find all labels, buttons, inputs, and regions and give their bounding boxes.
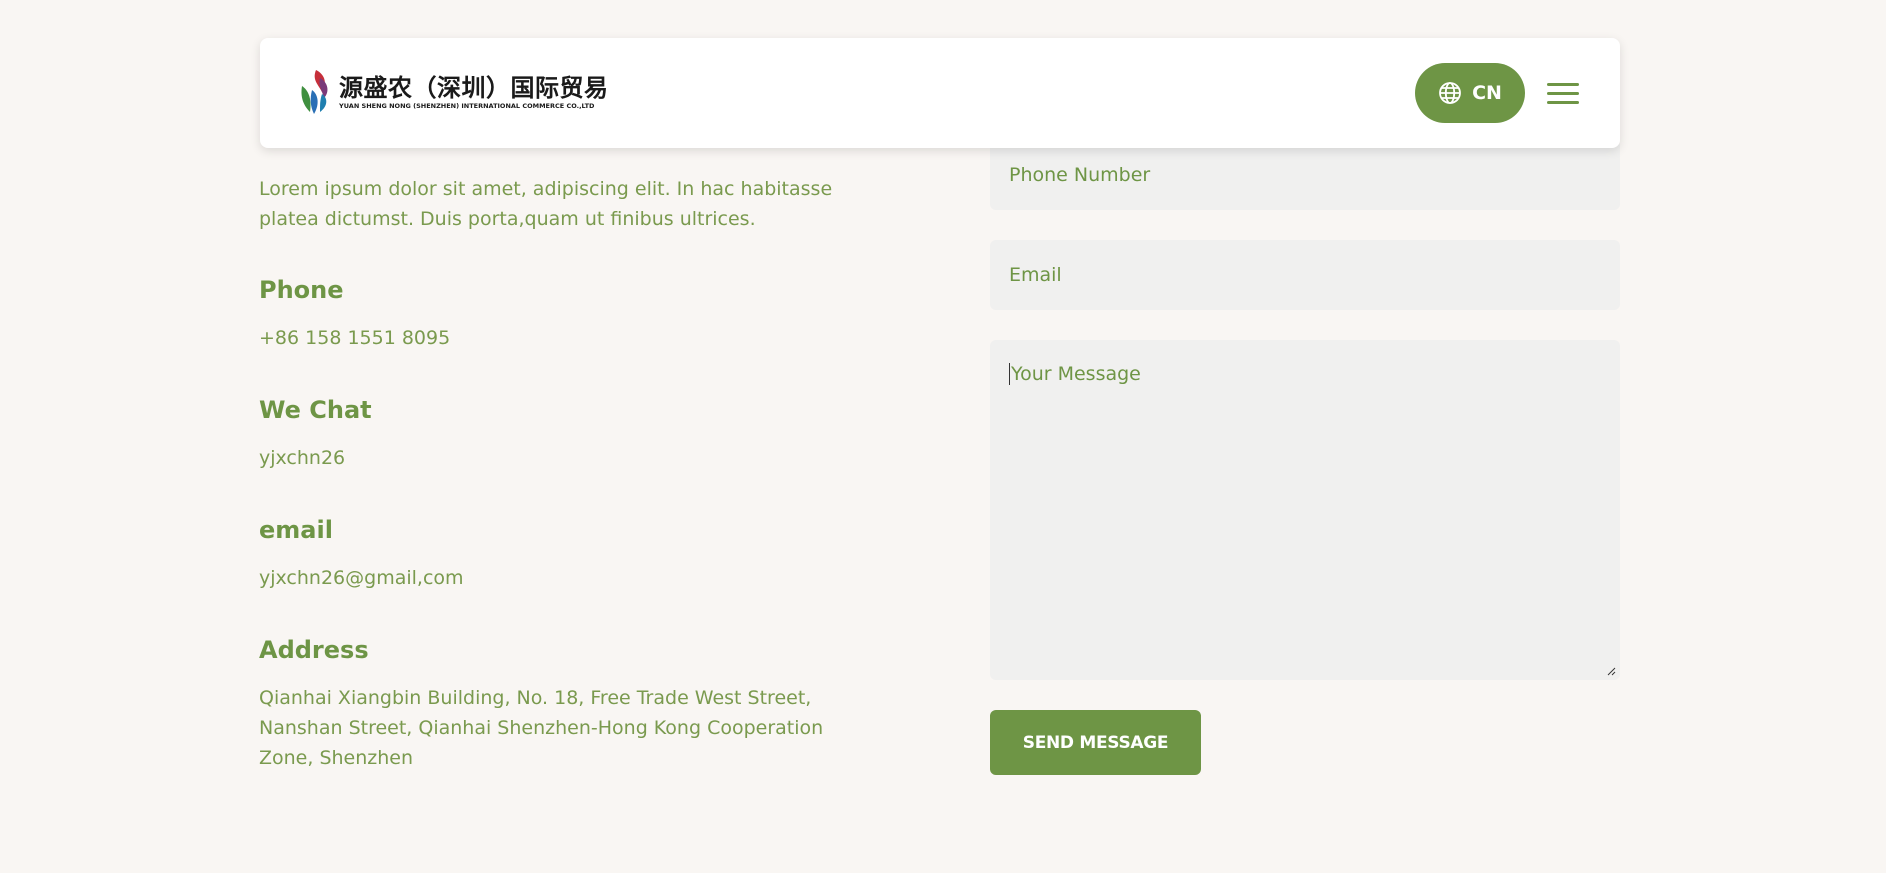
email-value: yjxchn26@gmail,com — [259, 567, 464, 589]
globe-icon — [1439, 82, 1461, 104]
menu-bar-top — [1547, 82, 1579, 86]
phone-number-placeholder: Phone Number — [1009, 164, 1151, 186]
logo-chinese-name: 源盛农（深圳）国际贸易 — [339, 73, 609, 102]
wechat-heading: We Chat — [259, 396, 372, 424]
language-switch-button[interactable]: CN — [1415, 63, 1525, 123]
leaf-logo-icon — [301, 70, 328, 114]
address-value: Qianhai Xiangbin Building, No. 18, Free … — [259, 687, 824, 769]
menu-bar-middle — [1547, 91, 1579, 95]
site-header: 源盛农（深圳）国际贸易 YUAN SHENG NONG (SHENZHEN) I… — [260, 38, 1620, 148]
phone-heading: Phone — [259, 276, 344, 304]
wechat-value: yjxchn26 — [259, 447, 346, 469]
phone-value: +86 158 1551 8095 — [259, 327, 451, 349]
resize-handle-icon[interactable] — [1606, 666, 1616, 676]
email-heading: email — [259, 516, 333, 544]
contact-intro-text: Lorem ipsum dolor sit amet, adipiscing e… — [259, 178, 833, 230]
menu-bar-bottom — [1547, 100, 1579, 104]
message-placeholder: Your Message — [1011, 363, 1141, 385]
hamburger-menu-icon[interactable] — [1545, 75, 1581, 111]
phone-number-input[interactable]: Phone Number — [990, 140, 1620, 210]
address-heading: Address — [259, 636, 369, 664]
send-message-button[interactable]: SEND MESSAGE — [990, 710, 1201, 775]
email-input[interactable]: Email — [990, 240, 1620, 310]
text-caret — [1009, 363, 1010, 385]
message-textarea[interactable]: Your Message — [990, 340, 1620, 680]
email-placeholder: Email — [1009, 264, 1062, 286]
logo-english-name: YUAN SHENG NONG (SHENZHEN) INTERNATIONAL… — [339, 101, 595, 110]
logo[interactable]: 源盛农（深圳）国际贸易 YUAN SHENG NONG (SHENZHEN) I… — [298, 68, 609, 116]
language-label: CN — [1472, 82, 1502, 104]
